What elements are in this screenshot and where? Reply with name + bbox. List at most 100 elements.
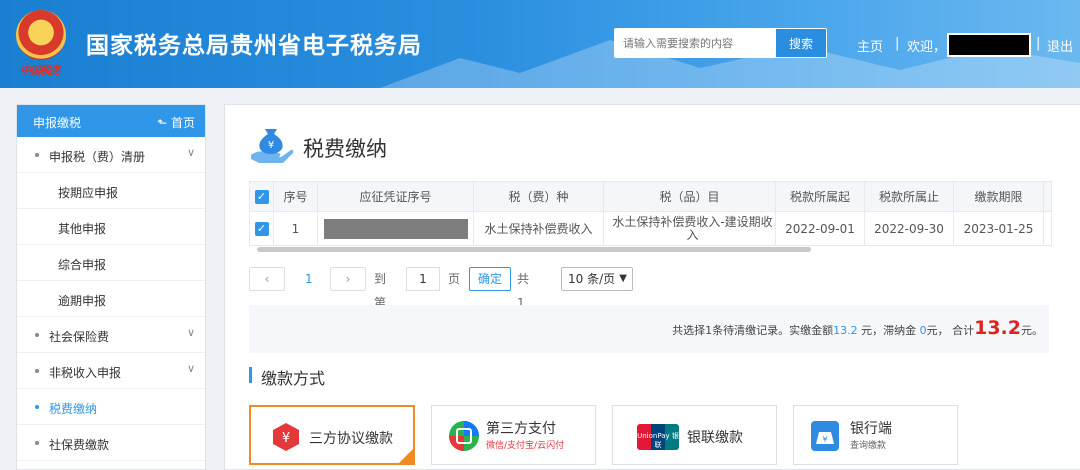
pay-method-label: 三方协议缴款 [309,431,393,447]
pay-method-bank-button[interactable]: ¥ 银行端 查询缴款 [793,405,958,465]
third-party-pay-icon [449,421,479,451]
sidebar-item-social-security-payment[interactable]: 社保费缴款 [17,425,205,461]
sidebar: 申报缴税 ⬑ 首页 申报税（费）清册 ∨ 按期应申报 其他申报 综合申报 逾期申… [16,104,206,470]
home-arrow-icon: ⬑ [157,116,168,130]
cell-tax-item: 水土保持补偿费收入-建设期收入 [603,211,776,246]
selected-corner-icon [399,449,413,463]
sidebar-home-link[interactable]: ⬑ 首页 [157,114,195,131]
nav-separator: | [895,36,900,51]
sidebar-item-tax-payment[interactable]: 税费缴纳 [17,389,205,425]
table-header-row: ✓ 序号 应征凭证序号 税（费）种 税（品）目 税款所属起 税款所属止 缴款期限 [249,181,1052,212]
cell-voucher-redacted [317,211,474,246]
bullet-icon [35,405,39,409]
sidebar-item-other-declare[interactable]: 其他申报 [17,209,205,245]
svg-text:¥: ¥ [282,431,290,446]
bullet-icon [35,333,39,337]
site-title: 国家税务总局贵州省电子税务局 [86,33,422,59]
page-size-select[interactable]: 10 条/页 ▼ [561,267,633,291]
pay-method-sublabel: 微信/支付宝/云闪付 [486,441,565,451]
summary-line: 共选择1条待清缴记录。实缴金额13.2 元，滞纳金 0元， 合计13.2元。 [672,317,1043,339]
page-unit-label: 页 [448,272,461,286]
column-header: 序号 [273,181,318,212]
pay-method-third-party-button[interactable]: 第三方支付 微信/支付宝/云闪付 [431,405,596,465]
column-header: 税（品）目 [603,181,776,212]
total-amount: 13.2 [974,317,1021,339]
next-page-button[interactable]: › [330,267,366,291]
bullet-icon [35,441,39,445]
sidebar-item-periodic-declare[interactable]: 按期应申报 [17,173,205,209]
checkbox-checked-icon: ✓ [254,222,269,236]
sidebar-item-label: 税费缴纳 [49,402,98,416]
svg-text:¥: ¥ [822,435,827,444]
sidebar-home-label: 首页 [170,116,195,130]
cell-period-end: 2022-09-30 [864,211,954,246]
tripartite-agreement-icon: ¥ [273,423,299,451]
checkbox-checked-icon: ✓ [254,190,269,204]
search-box: 搜索 [614,28,827,58]
tax-records-table: ✓ 序号 应征凭证序号 税（费）种 税（品）目 税款所属起 税款所属止 缴款期限… [249,181,1052,246]
sidebar-item-label: 申报税（费）清册 [49,150,146,164]
search-button[interactable]: 搜索 [776,29,826,57]
sidebar-item-declare-list[interactable]: 申报税（费）清册 ∨ [17,137,205,173]
sidebar-item-label: 社会保险费 [49,330,110,344]
page-number-current[interactable]: 1 [305,267,313,291]
bullet-icon [35,369,39,373]
column-header: 应征凭证序号 [317,181,474,212]
summary-text: 元。 [1021,324,1043,337]
cell-deadline: 2023-01-25 [953,211,1044,246]
bank-icon: ¥ [811,421,839,451]
table-row[interactable]: ✓ 1 水土保持补偿费收入 水土保持补偿费收入-建设期收入 2022-09-01… [249,211,1052,246]
goto-page-input[interactable]: 1 [406,267,440,291]
chevron-down-icon: ▼ [619,273,627,284]
tax-emblem-icon [16,10,66,60]
pay-method-label: 第三方支付 [486,421,556,437]
cell-edge [1043,211,1052,246]
column-header: 缴款期限 [953,181,1044,212]
summary-text: 元，滞纳金 [857,324,920,337]
redaction-bar [323,218,468,239]
sidebar-item-label: 社保费缴款 [49,438,110,452]
emblem-caption: 中国税务 [20,64,61,77]
prev-page-button[interactable]: ‹ [249,267,285,291]
horizontal-scrollbar[interactable] [257,247,811,252]
unionpay-logo-icon: UnionPay 银联 [637,424,679,450]
main-panel: ¥ 税费缴纳 ✓ 序号 应征凭证序号 税（费）种 税（品）目 税款所属起 税款所… [224,104,1080,470]
sidebar-item-comprehensive-declare[interactable]: 综合申报 [17,245,205,281]
pay-method-sublabel: 查询缴款 [850,441,887,451]
goto-confirm-button[interactable]: 确定 [469,267,511,291]
sidebar-item-label: 综合申报 [58,258,107,272]
page-title: 税费缴纳 [303,137,387,161]
column-header: 税（费）种 [473,181,604,212]
payment-method-title: 缴款方式 [261,369,326,388]
logout-link[interactable]: 退出 [1047,36,1073,55]
pay-method-label: 银行端 [850,421,892,437]
svg-text:¥: ¥ [268,140,274,151]
sidebar-item-overdue-declare[interactable]: 逾期申报 [17,281,205,317]
column-header: 税款所属止 [864,181,954,212]
page-size-value: 10 条/页 [568,272,616,286]
top-header: 中国税务 国家税务总局贵州省电子税务局 搜索 主页 | 欢迎， | 退出 [0,0,1080,88]
paid-amount: 13.2 [833,324,858,337]
pay-method-unionpay-button[interactable]: UnionPay 银联 银联缴款 [612,405,777,465]
sidebar-item-label: 其他申报 [58,222,107,236]
sidebar-item-nontax-declare[interactable]: 非税收入申报 ∨ [17,353,205,389]
pay-method-label: 银联缴款 [687,430,743,446]
summary-text: 元， 合计 [926,324,975,337]
chevron-down-icon: ∨ [186,362,195,375]
sidebar-item-social-insurance[interactable]: 社会保险费 ∨ [17,317,205,353]
sidebar-item-label: 逾期申报 [58,294,107,308]
sidebar-item-label: 按期应申报 [58,186,119,200]
select-all-checkbox[interactable]: ✓ [249,181,274,212]
chevron-down-icon: ∨ [186,326,195,339]
row-checkbox[interactable]: ✓ [249,211,274,246]
pay-method-tripartite-button[interactable]: ¥ 三方协议缴款 [249,405,415,465]
sidebar-item-label: 非税收入申报 [49,366,122,380]
unionpay-logo-text: UnionPay 银联 [637,432,679,449]
cell-tax-type: 水土保持补偿费收入 [473,211,604,246]
sidebar-title: 申报缴税 [33,116,82,130]
username-redacted [947,33,1031,57]
money-bag-hand-icon: ¥ [251,129,294,163]
search-input[interactable] [615,29,777,57]
nav-home-link[interactable]: 主页 [857,36,883,55]
sidebar-header: 申报缴税 ⬑ 首页 [17,105,205,137]
